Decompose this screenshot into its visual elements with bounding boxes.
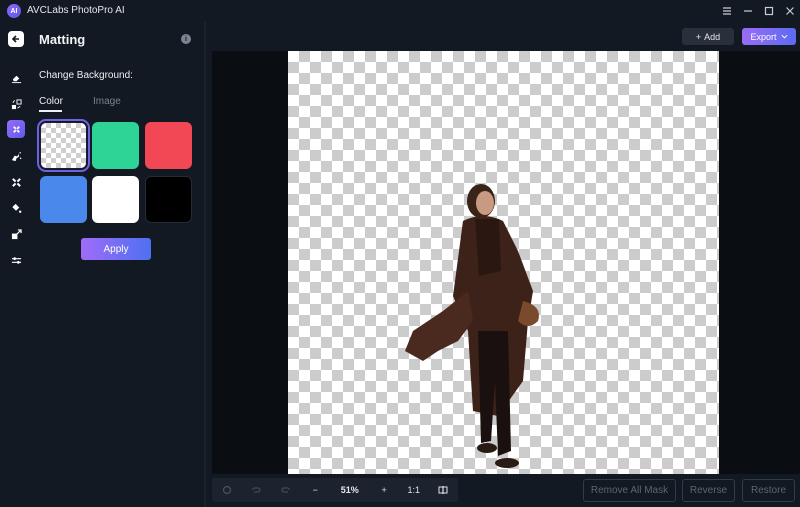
app-logo-icon: AI [7, 4, 21, 18]
rail-item-eraser[interactable] [7, 69, 25, 87]
close-icon[interactable] [779, 0, 800, 22]
tool-rail [0, 22, 32, 507]
title-bar: AI AVCLabs PhotoPro AI [0, 0, 800, 22]
app-window: AI AVCLabs PhotoPro AI Matting i Change … [0, 0, 800, 507]
reverse-button[interactable]: Reverse [682, 479, 735, 502]
matting-panel: Matting i Change Background: Color Image… [32, 22, 204, 507]
actual-size-button[interactable]: 1:1 [399, 478, 429, 502]
add-label: Add [704, 31, 721, 42]
zoom-in-button[interactable]: + [369, 478, 399, 502]
replace-icon [11, 98, 22, 109]
compare-button[interactable] [428, 478, 458, 502]
chevron-down-icon [781, 34, 787, 39]
reset-icon [222, 485, 231, 495]
arrow-left-icon [11, 35, 19, 43]
maximize-icon[interactable] [758, 0, 779, 22]
export-button[interactable]: Export [742, 28, 796, 45]
enhance-icon [11, 177, 21, 187]
back-button[interactable] [8, 31, 24, 47]
tab-image[interactable]: Image [93, 96, 121, 107]
change-background-label: Change Background: [39, 70, 133, 81]
undo-button[interactable] [242, 478, 272, 502]
compare-icon [438, 486, 448, 494]
swatch-transparent[interactable] [37, 119, 90, 172]
plus-icon: + [695, 31, 702, 42]
rail-item-enhance[interactable] [7, 173, 25, 191]
tab-color[interactable]: Color [39, 96, 63, 107]
redo-button[interactable] [271, 478, 301, 502]
adjust-icon [11, 256, 21, 264]
matting-icon [12, 125, 20, 133]
swatch-blue[interactable] [40, 176, 87, 223]
zoom-toolbar: − 51% + 1:1 [212, 478, 458, 502]
workspace: + Add Export − 51% + 1:1 Remove All Mask… [206, 22, 800, 507]
rail-item-adjust[interactable] [7, 251, 25, 269]
canvas-stage[interactable] [212, 51, 800, 474]
eraser-icon [11, 75, 21, 83]
export-label: Export [750, 31, 777, 42]
menu-icon[interactable] [716, 0, 737, 22]
zoom-out-button[interactable]: − [301, 478, 331, 502]
zoom-level: 51% [340, 485, 359, 495]
apply-button[interactable]: Apply [81, 238, 151, 260]
app-title: AVCLabs PhotoPro AI [27, 5, 125, 16]
rail-item-upscale[interactable] [7, 225, 25, 243]
redo-icon [281, 487, 290, 493]
remove-all-mask-button[interactable]: Remove All Mask [583, 479, 676, 502]
panel-title: Matting [39, 32, 86, 47]
colorize-icon [11, 151, 21, 161]
restore-button[interactable]: Restore [742, 479, 795, 502]
add-button[interactable]: + Add [682, 28, 734, 45]
reset-button[interactable] [212, 478, 242, 502]
active-tab-indicator [39, 110, 62, 112]
swatch-green[interactable] [92, 122, 139, 169]
rail-item-replace[interactable] [7, 95, 25, 113]
swatch-white[interactable] [92, 176, 139, 223]
info-icon[interactable]: i [181, 34, 191, 44]
image-canvas[interactable] [288, 51, 719, 474]
rail-item-colorize[interactable] [7, 147, 25, 165]
cutout-subject-image [405, 184, 539, 468]
minimize-icon[interactable] [737, 0, 758, 22]
undo-icon [252, 487, 261, 493]
swatch-black[interactable] [145, 176, 192, 223]
upscale-icon [11, 228, 22, 239]
window-controls [716, 0, 800, 22]
color-fill-icon [11, 203, 21, 213]
rail-item-color-fill[interactable] [7, 199, 25, 217]
rail-item-matting[interactable] [7, 120, 25, 138]
swatch-red[interactable] [145, 122, 192, 169]
